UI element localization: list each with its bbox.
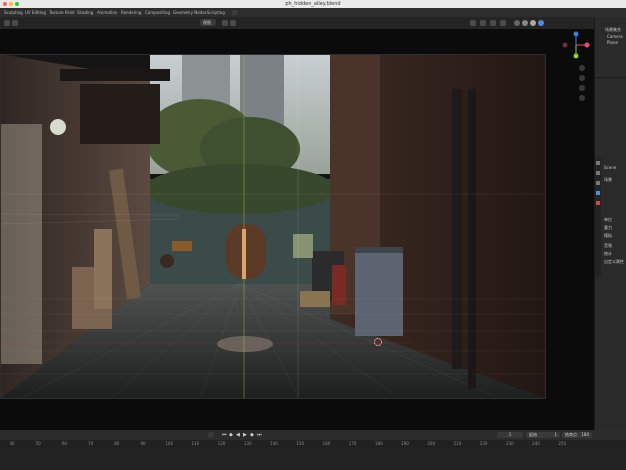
zoom-icon[interactable] (579, 65, 585, 71)
timeline-tick-label: 240 (532, 441, 540, 446)
grid-icon[interactable] (579, 95, 585, 101)
timeline-tick-label: 40 (9, 441, 15, 446)
timeline-tick-label: 150 (296, 441, 305, 446)
timeline-controls: ⏮ ◆ ◀ ▶ ◆ ⏭ 1 起始 1 结束点 180 (0, 430, 626, 440)
section-units[interactable]: 单位 (604, 217, 612, 223)
outliner-row[interactable]: Camera (607, 34, 623, 39)
window-title: ph_hidden_alley.blend (285, 1, 341, 7)
tab-scripting[interactable]: Scripting (207, 8, 225, 17)
timeline-tick-label: 90 (140, 441, 146, 446)
keyframe-next-icon[interactable]: ◆ (250, 432, 254, 438)
shading-solid-icon[interactable] (522, 20, 528, 26)
section-custom-props[interactable]: 自定义属性 (604, 259, 624, 265)
end-label: 结束点 (565, 432, 577, 437)
start-value: 1 (554, 432, 557, 437)
timeline-tick-label: 190 (401, 441, 409, 446)
add-workspace-icon[interactable] (232, 10, 237, 15)
timeline-tick-label: 130 (243, 441, 252, 446)
navigation-gizmo[interactable] (562, 31, 590, 61)
select-icon[interactable] (222, 20, 228, 26)
camera-icon[interactable] (579, 85, 585, 91)
outliner: 场景集合 Camera Plane (595, 17, 626, 78)
section-scene[interactable]: 场景 (604, 177, 612, 183)
hand-icon[interactable] (579, 75, 585, 81)
view-dropdown[interactable]: 视图 (200, 19, 216, 26)
tab-texture-paint[interactable]: Texture Paint (49, 8, 75, 17)
3d-viewport[interactable] (0, 29, 594, 430)
render-tab-icon[interactable] (596, 171, 600, 175)
timeline-tick-label: 120 (217, 441, 226, 446)
overlay-icon[interactable] (490, 20, 496, 26)
tab-shading[interactable]: Shading (77, 8, 93, 17)
timeline-tick-label: 50 (35, 441, 41, 446)
transform-icon[interactable] (230, 20, 236, 26)
outliner-row[interactable]: Plane (607, 40, 618, 45)
timeline-tick-label: 110 (191, 441, 200, 446)
play-reverse-icon[interactable]: ◀ (236, 432, 240, 438)
mode-icon[interactable] (12, 20, 18, 26)
record-icon[interactable] (208, 432, 214, 438)
tab-animation[interactable]: Animation (97, 8, 117, 17)
tab-uv-editing[interactable]: UV Editing (25, 8, 46, 17)
timeline-tick-label: 140 (270, 441, 278, 446)
scene-label: Scene (604, 165, 617, 170)
play-icon[interactable]: ▶ (243, 432, 247, 438)
timeline-tick-label: 220 (479, 441, 488, 446)
end-frame-field[interactable]: 结束点 180 (562, 432, 592, 438)
current-frame-field[interactable]: 1 (497, 432, 523, 438)
section-gravity[interactable]: 重力 (604, 225, 612, 231)
section-audio[interactable]: 音频 (604, 243, 612, 249)
timeline-tick-label: 60 (61, 441, 67, 446)
shading-wire-icon[interactable] (514, 20, 520, 26)
playback-controls: ⏮ ◆ ◀ ▶ ◆ ⏭ (222, 432, 262, 438)
shading-rendered-icon[interactable] (538, 20, 544, 26)
jump-end-icon[interactable]: ⏭ (257, 432, 262, 438)
visibility-icon[interactable] (470, 20, 476, 26)
timeline-tick-label: 170 (348, 441, 357, 446)
scene-tab-icon[interactable] (596, 191, 600, 195)
timeline-tick-label: 230 (505, 441, 514, 446)
section-stats[interactable]: 统计 (604, 251, 612, 257)
timeline-tick-label: 80 (114, 441, 120, 446)
world-tab-icon[interactable] (596, 201, 600, 205)
timeline-tick-label: 210 (453, 441, 462, 446)
timeline-tick-label: 70 (88, 441, 94, 446)
shading-material-icon[interactable] (530, 20, 536, 26)
viewport-header: 视图 (0, 17, 594, 29)
gizmo-toggle-icon[interactable] (480, 20, 486, 26)
section-simulation[interactable]: 模拟 (604, 233, 612, 239)
timeline-tick-label: 200 (427, 441, 436, 446)
timeline-tracks[interactable] (0, 448, 626, 470)
start-frame-field[interactable]: 起始 1 (526, 432, 560, 438)
window-titlebar: ph_hidden_alley.blend (0, 0, 626, 8)
tab-geometry-nodes[interactable]: Geometry Nodes (173, 8, 207, 17)
tool-tab-icon[interactable] (596, 161, 600, 165)
tab-compositing[interactable]: Compositing (145, 8, 170, 17)
render-view (0, 29, 594, 430)
workspace-tabbar: Sculpting UV Editing Texture Paint Shadi… (0, 8, 626, 17)
right-panel: 场景集合 Camera Plane Scene 场景 单位 重力 模拟 音频 统… (594, 17, 626, 430)
editor-type-icon[interactable] (4, 20, 10, 26)
timeline-editor: ⏮ ◆ ◀ ▶ ◆ ⏭ 1 起始 1 结束点 180 40 50 60 70 80 90 1… (0, 430, 626, 470)
outliner-title: 场景集合 (605, 27, 621, 32)
properties-tab-column (595, 157, 601, 277)
tab-sculpting[interactable]: Sculpting (4, 8, 23, 17)
keyframe-prev-icon[interactable]: ◆ (229, 432, 233, 438)
start-label: 起始 (529, 432, 537, 437)
output-tab-icon[interactable] (596, 181, 600, 185)
timeline-tick-label: 250 (558, 441, 567, 446)
timeline-ruler[interactable]: 40 50 60 70 80 90 100 110 120 130 140 150 160 170 180 1… (0, 440, 626, 448)
timeline-tick-label: 100 (165, 441, 174, 446)
end-value: 180 (581, 432, 589, 437)
timeline-tick-label: 160 (322, 441, 331, 446)
jump-start-icon[interactable]: ⏮ (222, 432, 227, 438)
tab-rendering[interactable]: Rendering (121, 8, 141, 17)
timeline-tick-label: 180 (374, 441, 383, 446)
xray-icon[interactable] (500, 20, 506, 26)
